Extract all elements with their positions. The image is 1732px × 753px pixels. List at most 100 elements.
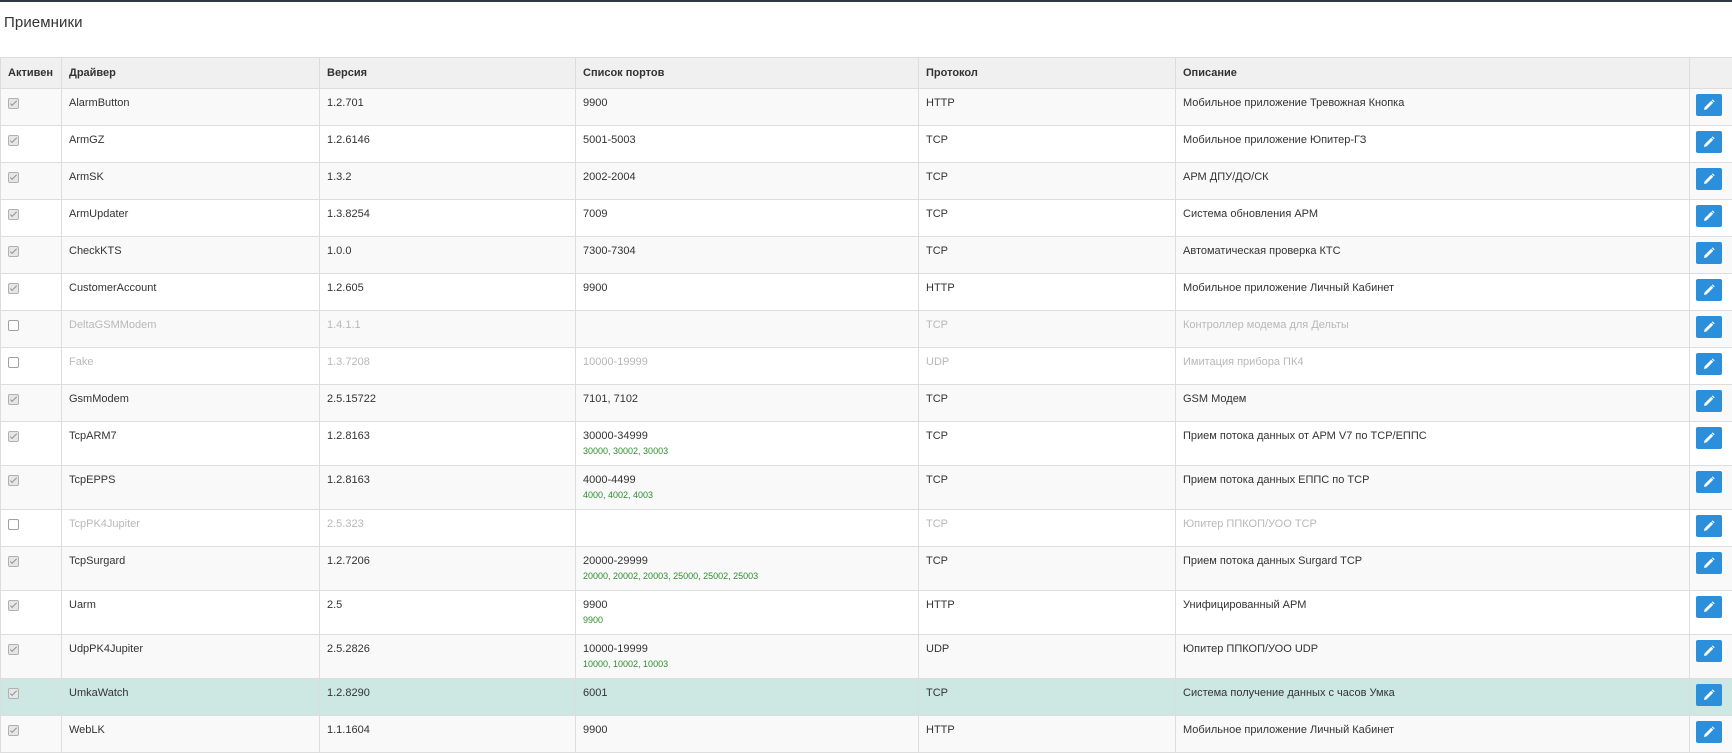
- table-row[interactable]: UmkaWatch1.2.82906001TCPСистема получени…: [1, 679, 1732, 716]
- active-checkbox[interactable]: [8, 394, 19, 405]
- driver-cell: Uarm: [62, 591, 320, 635]
- ports-range: 5001-5003: [583, 134, 636, 146]
- active-checkbox[interactable]: [8, 246, 19, 257]
- active-checkbox[interactable]: [8, 644, 19, 655]
- table-row[interactable]: ArmGZ1.2.61465001-5003TCPМобильное прило…: [1, 126, 1732, 163]
- column-header-protocol[interactable]: Протокол: [919, 58, 1176, 89]
- pencil-icon: [1703, 520, 1715, 532]
- active-cell: [1, 635, 62, 679]
- table-row[interactable]: ArmSK1.3.22002-2004TCPАРМ ДПУ/ДО/СК: [1, 163, 1732, 200]
- active-cell: [1, 163, 62, 200]
- edit-button[interactable]: [1696, 390, 1722, 412]
- active-checkbox[interactable]: [8, 688, 19, 699]
- pencil-icon: [1703, 99, 1715, 111]
- protocol-cell: UDP: [919, 635, 1176, 679]
- table-row[interactable]: TcpPK4Jupiter2.5.323TCPЮпитер ППКОП/УОО …: [1, 510, 1732, 547]
- table-row[interactable]: Fake1.3.720810000-19999UDPИмитация прибо…: [1, 348, 1732, 385]
- table-row[interactable]: CheckKTS1.0.07300-7304TCPАвтоматическая …: [1, 237, 1732, 274]
- table-row[interactable]: DeltaGSMModem1.4.1.1TCPКонтроллер модема…: [1, 311, 1732, 348]
- active-checkbox[interactable]: [8, 172, 19, 183]
- edit-button[interactable]: [1696, 242, 1722, 264]
- ports-range: 30000-34999: [583, 430, 648, 442]
- pencil-icon: [1703, 284, 1715, 296]
- ports-range: 20000-29999: [583, 555, 648, 567]
- edit-button[interactable]: [1696, 205, 1722, 227]
- edit-button[interactable]: [1696, 427, 1722, 449]
- edit-button[interactable]: [1696, 94, 1722, 116]
- description-cell: Контроллер модема для Дельты: [1176, 311, 1690, 348]
- pencil-icon: [1703, 476, 1715, 488]
- active-checkbox[interactable]: [8, 135, 19, 146]
- edit-button[interactable]: [1696, 640, 1722, 662]
- version-cell: 1.2.8163: [320, 466, 576, 510]
- active-checkbox[interactable]: [8, 283, 19, 294]
- table-row[interactable]: CustomerAccount1.2.6059900HTTPМобильное …: [1, 274, 1732, 311]
- actions-cell: [1690, 163, 1732, 200]
- version-cell: 2.5.15722: [320, 385, 576, 422]
- description-cell: Мобильное приложение Личный Кабинет: [1176, 274, 1690, 311]
- active-cell: [1, 466, 62, 510]
- table-row[interactable]: GsmModem2.5.157227101, 7102TCPGSM Модем: [1, 385, 1732, 422]
- actions-cell: [1690, 422, 1732, 466]
- description-cell: АРМ ДПУ/ДО/СК: [1176, 163, 1690, 200]
- edit-button[interactable]: [1696, 471, 1722, 493]
- table-row[interactable]: UdpPK4Jupiter2.5.282610000-1999910000, 1…: [1, 635, 1732, 679]
- column-header-version[interactable]: Версия: [320, 58, 576, 89]
- active-checkbox[interactable]: [8, 475, 19, 486]
- active-checkbox[interactable]: [8, 320, 19, 331]
- driver-cell: UdpPK4Jupiter: [62, 635, 320, 679]
- page-title: Приемники: [4, 14, 83, 31]
- ports-range: 9900: [583, 97, 607, 109]
- edit-button[interactable]: [1696, 131, 1722, 153]
- edit-button[interactable]: [1696, 596, 1722, 618]
- version-cell: 1.2.701: [320, 89, 576, 126]
- table-row[interactable]: ArmUpdater1.3.82547009TCPСистема обновле…: [1, 200, 1732, 237]
- table-row[interactable]: Uarm2.599009900HTTPУнифицированный АРМ: [1, 591, 1732, 635]
- description-cell: Мобильное приложение Юпитер-ГЗ: [1176, 126, 1690, 163]
- edit-button[interactable]: [1696, 168, 1722, 190]
- active-checkbox[interactable]: [8, 431, 19, 442]
- column-header-active[interactable]: Активен: [1, 58, 62, 89]
- active-checkbox[interactable]: [8, 357, 19, 368]
- pencil-icon: [1703, 173, 1715, 185]
- column-header-driver[interactable]: Драйвер: [62, 58, 320, 89]
- active-cell: [1, 274, 62, 311]
- actions-cell: [1690, 126, 1732, 163]
- active-checkbox[interactable]: [8, 725, 19, 736]
- column-header-description[interactable]: Описание: [1176, 58, 1690, 89]
- edit-button[interactable]: [1696, 552, 1722, 574]
- protocol-cell: TCP: [919, 679, 1176, 716]
- edit-button[interactable]: [1696, 316, 1722, 338]
- driver-cell: DeltaGSMModem: [62, 311, 320, 348]
- edit-button[interactable]: [1696, 684, 1722, 706]
- table-row[interactable]: TcpEPPS1.2.81634000-44994000, 4002, 4003…: [1, 466, 1732, 510]
- version-cell: 2.5.2826: [320, 635, 576, 679]
- edit-button[interactable]: [1696, 721, 1722, 743]
- actions-cell: [1690, 237, 1732, 274]
- pencil-icon: [1703, 358, 1715, 370]
- table-row[interactable]: AlarmButton1.2.7019900HTTPМобильное прил…: [1, 89, 1732, 126]
- pencil-icon: [1703, 321, 1715, 333]
- pencil-icon: [1703, 645, 1715, 657]
- active-checkbox[interactable]: [8, 98, 19, 109]
- edit-button[interactable]: [1696, 515, 1722, 537]
- ports-cell: 20000-2999920000, 20002, 20003, 25000, 2…: [576, 547, 919, 591]
- active-checkbox[interactable]: [8, 519, 19, 530]
- protocol-cell: HTTP: [919, 591, 1176, 635]
- ports-range: 10000-19999: [583, 643, 648, 655]
- description-cell: Мобильное приложение Тревожная Кнопка: [1176, 89, 1690, 126]
- column-header-ports[interactable]: Список портов: [576, 58, 919, 89]
- pencil-icon: [1703, 432, 1715, 444]
- ports-cell: 7009: [576, 200, 919, 237]
- active-checkbox[interactable]: [8, 600, 19, 611]
- active-checkbox[interactable]: [8, 556, 19, 567]
- edit-button[interactable]: [1696, 279, 1722, 301]
- active-checkbox[interactable]: [8, 209, 19, 220]
- active-cell: [1, 510, 62, 547]
- description-cell: Имитация прибора ПК4: [1176, 348, 1690, 385]
- table-row[interactable]: TcpARM71.2.816330000-3499930000, 30002, …: [1, 422, 1732, 466]
- edit-button[interactable]: [1696, 353, 1722, 375]
- description-cell: Система получение данных с часов Умка: [1176, 679, 1690, 716]
- pencil-icon: [1703, 395, 1715, 407]
- table-row[interactable]: TcpSurgard1.2.720620000-2999920000, 2000…: [1, 547, 1732, 591]
